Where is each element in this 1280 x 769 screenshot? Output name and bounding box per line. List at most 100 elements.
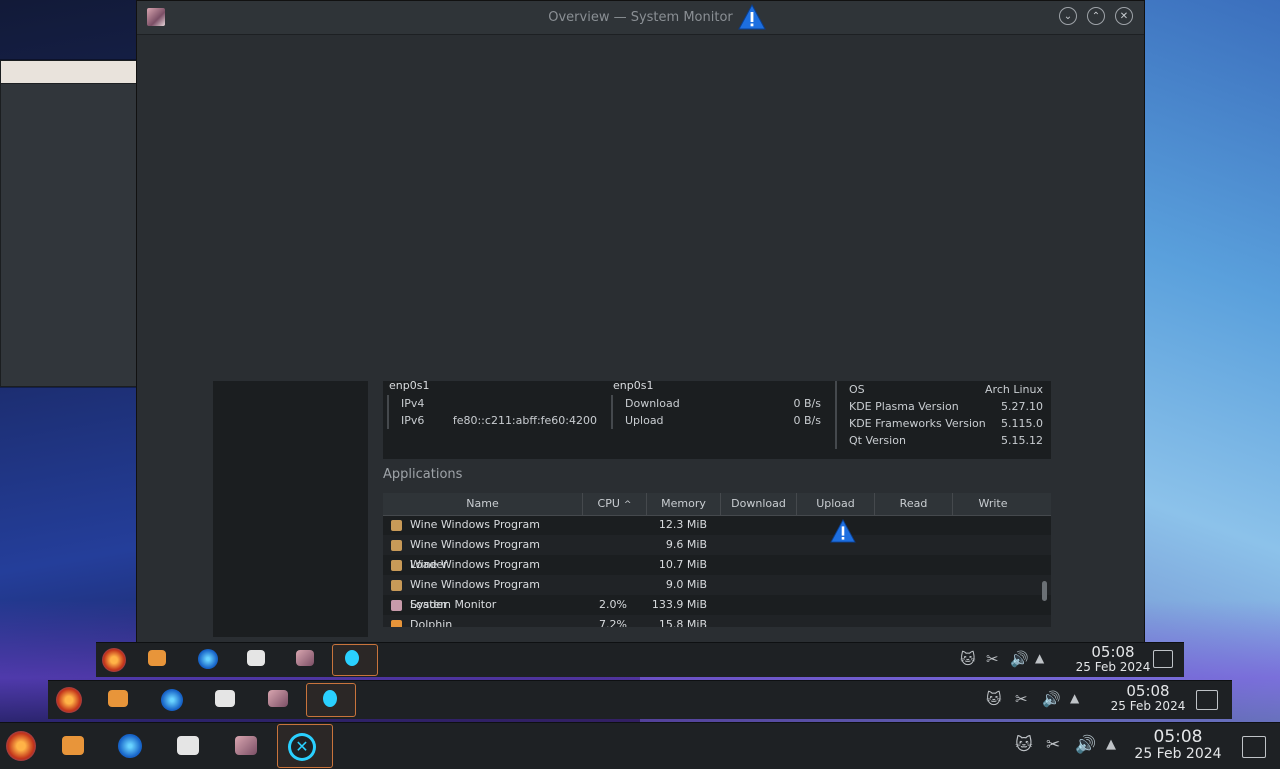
ipv4-row: IPv4 <box>387 395 603 412</box>
cat-icon[interactable]: 🐱 <box>960 650 976 668</box>
table-header: Name CPU ^ Memory Download Upload Read Wr… <box>383 493 1051 516</box>
folder-icon[interactable] <box>62 736 84 755</box>
wine-icon[interactable] <box>345 650 359 666</box>
cell-memory: 9.0 MiB <box>665 578 707 591</box>
cell-memory: 15.8 MiB <box>658 618 707 627</box>
cat-icon[interactable]: 🐱 <box>986 690 1002 708</box>
close-button[interactable]: ✕ <box>1115 7 1133 25</box>
clock[interactable]: 05:08 25 Feb 2024 <box>1088 683 1208 712</box>
cell-memory: 10.7 MiB <box>658 558 707 571</box>
folder-icon[interactable] <box>148 650 166 666</box>
warning-icon <box>738 4 766 30</box>
column-write[interactable]: Write <box>953 493 1033 515</box>
wine-icon[interactable] <box>323 690 337 707</box>
scrollbar-thumb[interactable] <box>1042 581 1047 601</box>
column-download[interactable]: Download <box>721 493 797 515</box>
plasma-version-row: KDE Plasma Version 5.27.10 <box>835 398 1049 415</box>
archive-icon[interactable] <box>177 736 199 755</box>
system-info-panel: enp0s1 IPv4 IPv6 fe80::c211:abff:fe60:420… <box>383 379 1051 459</box>
table-row[interactable]: Wine Windows Program Loader 9.0 MiB <box>383 575 1051 611</box>
firefox-dev-icon[interactable] <box>118 734 142 758</box>
applications-heading: Applications <box>383 467 463 482</box>
cell-memory: 9.6 MiB <box>665 538 707 551</box>
chevron-up-icon[interactable]: ▲ <box>1106 737 1116 752</box>
system-monitor-icon[interactable] <box>235 736 257 755</box>
table-row[interactable]: Wine Windows Program Loader 9.6 MiB <box>383 535 1051 571</box>
taskbar[interactable]: ✕ 🐱 ✂ 🔊 ▲ 05:08 25 Feb 2024 <box>0 722 1280 769</box>
system-monitor-icon[interactable] <box>296 650 314 666</box>
maximize-button[interactable]: ⌃ <box>1087 7 1105 25</box>
volume-icon[interactable]: 🔊 <box>1042 690 1061 708</box>
os-row: OS Arch Linux <box>835 381 1049 398</box>
wine-icon <box>391 580 402 591</box>
ipv6-row: IPv6 fe80::c211:abff:fe60:4200 <box>387 412 603 429</box>
cell-name: Wine Windows Program Loader <box>410 518 540 551</box>
volume-icon[interactable]: 🔊 <box>1075 735 1096 755</box>
firefox-dev-icon[interactable] <box>198 649 218 669</box>
cell-name: Wine Windows Program Loader <box>410 578 540 611</box>
minimize-button[interactable]: ⌄ <box>1059 7 1077 25</box>
column-cpu[interactable]: CPU ^ <box>583 493 647 515</box>
column-name[interactable]: Name <box>383 493 583 515</box>
show-desktop-button[interactable] <box>1196 690 1218 710</box>
system-monitor-window[interactable]: Overview — System Monitor ⌄ ⌃ ✕ enp0s1 I… <box>136 0 1145 644</box>
chevron-up-icon[interactable]: ▲ <box>1070 691 1079 705</box>
table-row[interactable]: System Monitor 2.0% 133.9 MiB <box>383 595 1051 615</box>
wine-icon <box>391 540 402 551</box>
column-read[interactable]: Read <box>875 493 953 515</box>
cell-memory: 12.3 MiB <box>658 518 707 531</box>
taskbar-ghost-1: 🐱 ✂ 🔊 ▲ 05:08 25 Feb 2024 <box>96 642 1184 677</box>
cell-cpu <box>583 555 627 575</box>
qt-version-row: Qt Version 5.15.12 <box>835 432 1049 449</box>
clock[interactable]: 05:08 25 Feb 2024 <box>1124 728 1232 762</box>
network-rate-column: enp0s1 Download 0 B/s Upload 0 B/s <box>607 379 827 459</box>
cell-name: Wine Windows Program Loader <box>410 558 540 591</box>
chevron-up-icon[interactable]: ▲ <box>1035 651 1044 665</box>
sort-ascending-icon: ^ <box>623 500 632 510</box>
interface-name: enp0s1 <box>389 379 430 392</box>
cell-cpu: 2.0% <box>599 598 627 611</box>
table-row[interactable]: Dolphin 7.2% 15.8 MiB <box>383 615 1051 627</box>
firefox-icon[interactable] <box>6 731 36 761</box>
cell-cpu <box>583 515 627 535</box>
column-upload[interactable]: Upload <box>797 493 875 515</box>
firefox-icon[interactable] <box>102 648 126 672</box>
system-monitor-icon[interactable] <box>268 690 288 707</box>
table-row[interactable]: Wine Windows Program Loader 12.3 MiB <box>383 515 1051 551</box>
overview-page: enp0s1 IPv4 IPv6 fe80::c211:abff:fe60:420… <box>377 379 1137 639</box>
cell-cpu: 7.2% <box>599 618 627 627</box>
system-version-column: OS Arch Linux KDE Plasma Version 5.27.10 K… <box>831 381 1049 459</box>
table-row[interactable]: Wine Windows Program Loader 10.7 MiB <box>383 555 1051 591</box>
upload-rate-row: Upload 0 B/s <box>611 412 827 429</box>
network-interface-column: enp0s1 IPv4 IPv6 fe80::c211:abff:fe60:420… <box>383 379 603 459</box>
interface-name: enp0s1 <box>613 379 654 392</box>
show-desktop-button[interactable] <box>1153 650 1173 668</box>
table-body[interactable]: Wine Windows Program Loader12.3 MiBWine … <box>383 515 1051 627</box>
show-desktop-button[interactable] <box>1242 736 1266 758</box>
archive-icon[interactable] <box>215 690 235 707</box>
frameworks-version-row: KDE Frameworks Version 5.115.0 <box>835 415 1049 432</box>
cell-cpu <box>583 575 627 595</box>
cell-memory: 133.9 MiB <box>651 598 707 611</box>
sidebar[interactable] <box>213 381 368 637</box>
applications-table[interactable]: Name CPU ^ Memory Download Upload Read Wr… <box>383 493 1051 627</box>
system-monitor-icon <box>391 600 402 611</box>
scissors-icon[interactable]: ✂ <box>986 650 999 668</box>
titlebar[interactable]: Overview — System Monitor ⌄ ⌃ ✕ <box>137 1 1144 35</box>
firefox-icon[interactable] <box>56 687 82 713</box>
warning-icon <box>830 519 856 543</box>
close-app-icon[interactable]: ✕ <box>288 733 316 761</box>
clock[interactable]: 05:08 25 Feb 2024 <box>1058 644 1168 673</box>
cell-name: Wine Windows Program Loader <box>410 538 540 571</box>
volume-icon[interactable]: 🔊 <box>1010 650 1029 668</box>
wine-icon <box>391 520 402 531</box>
cell-name: System Monitor <box>410 598 497 611</box>
cat-icon[interactable]: 🐱 <box>1015 735 1033 755</box>
folder-icon[interactable] <box>108 690 128 707</box>
archive-icon[interactable] <box>247 650 265 666</box>
scissors-icon[interactable]: ✂ <box>1046 735 1060 755</box>
cell-cpu <box>583 535 627 555</box>
firefox-dev-icon[interactable] <box>161 689 183 711</box>
column-memory[interactable]: Memory <box>647 493 721 515</box>
scissors-icon[interactable]: ✂ <box>1015 690 1028 708</box>
